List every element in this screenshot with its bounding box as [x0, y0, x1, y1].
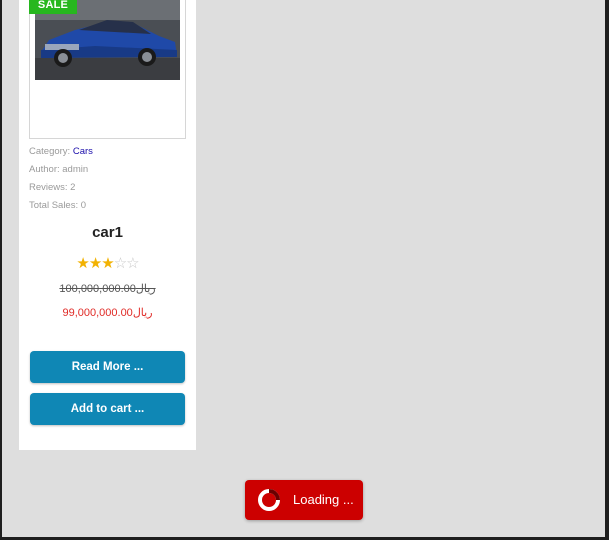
product-image-frame[interactable]: [29, 0, 186, 139]
spinner-icon: [258, 489, 280, 511]
product-card: SALE Category: Cars Author: admin Review…: [19, 0, 196, 450]
star-icon: ★: [101, 255, 114, 272]
read-more-button[interactable]: Read More ...: [30, 351, 185, 383]
star-icon: ★: [88, 255, 102, 272]
loading-indicator: Loading ...: [245, 480, 363, 520]
page-viewport: SALE Category: Cars Author: admin Review…: [2, 0, 605, 537]
product-title[interactable]: car1: [19, 224, 196, 241]
sale-price: 99,000,000.00ريال: [62, 307, 153, 319]
product-reviews: Reviews: 2: [29, 182, 76, 193]
star-empty-icon: ☆: [113, 255, 127, 272]
product-author: Author: admin: [29, 164, 89, 175]
star-empty-icon: ☆: [126, 255, 139, 272]
loading-label: Loading ...: [293, 492, 354, 507]
category-label: Category:: [29, 146, 71, 157]
product-total-sales: Total Sales: 0: [29, 200, 87, 211]
star-icon: ★: [76, 255, 89, 272]
product-category: Category: Cars: [29, 146, 93, 157]
star-rating: ★★★☆☆: [19, 255, 196, 273]
category-link[interactable]: Cars: [73, 146, 93, 157]
add-to-cart-button[interactable]: Add to cart ...: [30, 393, 185, 425]
sale-badge: SALE: [29, 0, 77, 14]
regular-price: 100,000,000.00ريال: [59, 283, 156, 295]
